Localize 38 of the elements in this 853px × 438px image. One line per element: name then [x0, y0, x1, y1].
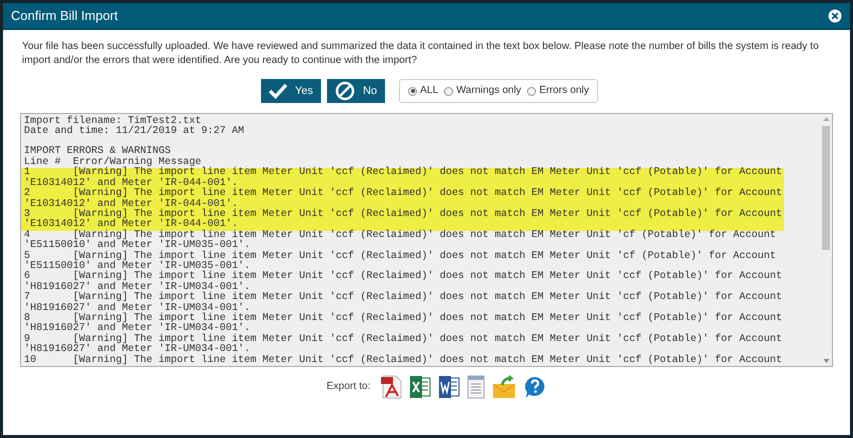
spreadsheet-icon[interactable] — [408, 375, 431, 399]
pdf-file-icon[interactable] — [380, 375, 402, 399]
info-message: Your file has been successfully uploaded. We have reviewed and summarized the data it contained in the text box below. Please note the number of bills the system is ready to import and/or the errors that were identified. Are you ready to continue with the import? — [21, 40, 820, 68]
envelope-icon[interactable] — [492, 375, 516, 399]
log-text-box[interactable] — [20, 113, 833, 367]
yes-button[interactable]: Yes — [261, 79, 321, 103]
log-entry: 5 [Warning] The import line item Meter Unit 'ccf (Reclaimed)' does not match EM Meter Unit 'cf (Potable)' for Account 'E51150010' and Meter 'IR-UM035-001'. — [23, 252, 776, 272]
log-section-title: IMPORT ERRORS & WARNINGS — [24, 147, 171, 158]
log-entry: 2 [Warning] The import line item Meter Unit 'ccf (Reclaimed)' does not match EM Meter Unit 'ccf (Potable)' for Account 'E10314012' and Meter 'IR-044-001'. — [21, 189, 784, 210]
log-entry: 10 [Warning] The import line item Meter Unit 'ccf (Reclaimed)' does not match EM Meter Unit 'ccf (Potable)' for Account — [23, 356, 784, 366]
log-entry: 8 [Warning] The import line item Meter Unit 'ccf (Reclaimed)' does not match EM Meter Unit 'ccf (Potable)' for Account 'H81916027' and Meter 'IR-UM034-001'. — [23, 314, 784, 334]
scroll-up-icon[interactable] — [822, 116, 830, 122]
filter-radio[interactable]: Errors only — [527, 83, 589, 99]
log-entry: 6 [Warning] The import line item Meter Unit 'ccf (Reclaimed)' does not match EM Meter Unit 'ccf (Potable)' for Account 'H81916027' and Meter 'IR-UM034-001'. — [23, 272, 784, 293]
radio-icon[interactable] — [444, 86, 454, 96]
scrollbar[interactable] — [820, 114, 832, 366]
log-entry: 7 [Warning] The import line item Meter Unit 'ccf (Reclaimed)' does not match EM Meter Unit 'ccf (Potable)' for Account 'H81916027' and Meter 'IR-UM034-001'. — [23, 293, 784, 314]
log-entry: 4 [Warning] The import line item Meter Unit 'ccf (Reclaimed)' does not match EM Meter Unit 'cf (Potable)' for Account 'E51150010' and Meter 'IR-UM035-001'. — [23, 230, 777, 252]
help-icon[interactable] — [522, 375, 547, 399]
log-entry: 3 [Warning] The import line item Meter Unit 'ccf (Reclaimed)' does not match EM Meter Unit 'ccf (Potable)' for Account 'E10314012' and Meter 'IR-044-001'. — [21, 210, 784, 231]
radio-icon[interactable] — [527, 86, 536, 96]
no-button[interactable]: No — [326, 79, 386, 103]
log-line: Date and time: 11/21/2019 at 9:27 AM — [24, 127, 246, 138]
scroll-down-icon[interactable] — [822, 358, 830, 364]
log-column-header: Line # Error/Warning Message — [24, 158, 202, 168]
log-line: Import filename: TimTest2.txt — [24, 117, 202, 127]
text-file-icon[interactable] — [466, 375, 485, 399]
radio-icon[interactable] — [408, 86, 418, 96]
window-title: Confirm Bill Import — [11, 6, 118, 25]
filter-radio[interactable]: Warnings only — [444, 83, 522, 99]
checkmark-icon — [269, 83, 287, 99]
close-icon[interactable] — [828, 8, 842, 22]
scrollbar-thumb[interactable] — [822, 126, 830, 250]
prohibited-icon — [334, 81, 355, 101]
log-entry: 9 [Warning] The import line item Meter Unit 'ccf (Reclaimed)' does not match EM Meter Unit 'ccf (Potable)' for Account 'H81916027' and Meter 'IR-UM034-001'. — [23, 334, 784, 356]
filter-radio[interactable]: ALL — [408, 83, 438, 99]
export-label: Export to: — [326, 380, 371, 394]
document-icon[interactable] — [438, 375, 460, 399]
